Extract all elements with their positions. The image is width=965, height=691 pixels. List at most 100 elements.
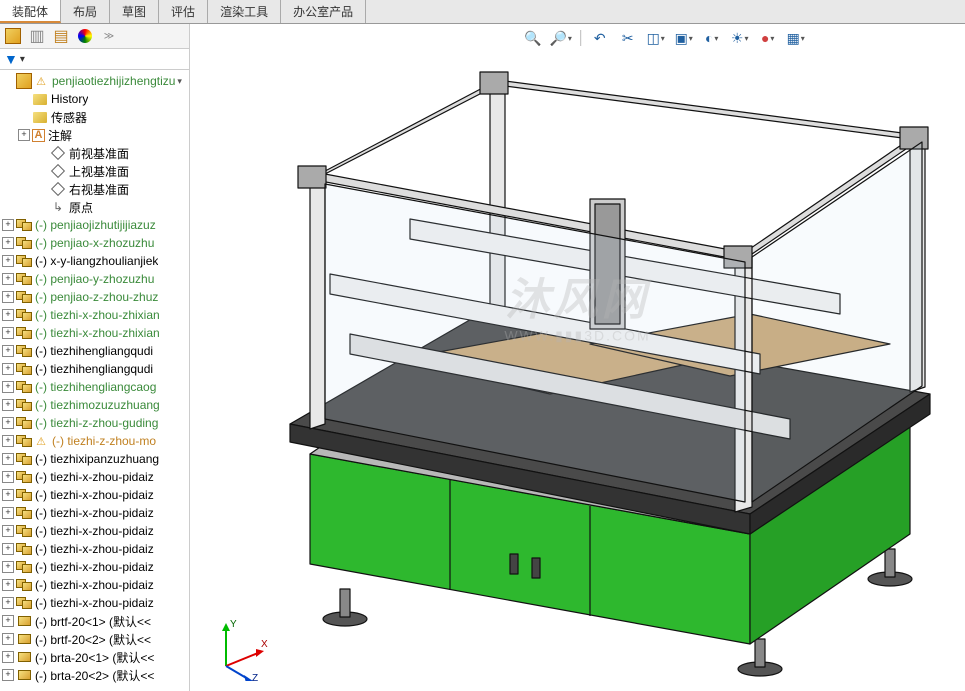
subassembly-icon [16,435,32,447]
subassembly-icon [16,471,32,483]
expander-icon[interactable]: + [2,669,14,681]
expander-icon[interactable]: + [2,219,14,231]
tree-item[interactable]: + (-) penjiaojizhutijijiazuz [0,216,189,234]
subassembly-icon [16,219,32,231]
tree-item[interactable]: +(-) penjiao-x-zhozuzhu [0,234,189,252]
subassembly-icon [16,273,32,285]
expander-icon[interactable]: + [2,237,14,249]
expander-icon[interactable]: + [2,507,14,519]
expander-icon[interactable]: + [2,399,14,411]
annotation-icon: A [32,129,45,142]
tree-item[interactable]: + (-) tiezhi-x-zhou-pidaiz [0,594,189,612]
tree-item[interactable]: 传感器 [0,108,189,126]
tree-label: (-) tiezhihengliangqudi [35,344,153,358]
graphics-viewport[interactable]: 🔍🔎↶✂◫▣◐☀●▦ [190,24,965,691]
tree-item[interactable]: +(-) tiezhihengliangqudi [0,360,189,378]
tree-item[interactable]: +(-) tiezhi-x-zhou-pidaiz [0,468,189,486]
tree-item[interactable]: ↳原点 [0,198,189,216]
expander-icon[interactable]: + [2,615,14,627]
tree-item[interactable]: +(-) tiezhi-x-zhou-pidaiz [0,540,189,558]
tree-item[interactable]: 上视基准面 [0,162,189,180]
expander-icon[interactable]: + [2,435,14,447]
expander-icon[interactable]: + [2,309,14,321]
tree-label: (-) tiezhi-x-zhou-pidaiz [35,596,154,610]
expander-icon[interactable]: + [2,561,14,573]
expander-icon[interactable]: + [2,255,14,267]
tree-label: (-) tiezhi-x-zhou-pidaiz [35,524,154,538]
expander-icon[interactable]: + [2,363,14,375]
svg-text:Y: Y [230,619,237,630]
tree-item[interactable]: + (-) tiezhi-x-zhou-zhixian [0,324,189,342]
tab-1[interactable]: 布局 [61,0,110,23]
expander-icon[interactable]: + [2,597,14,609]
expander-icon[interactable]: + [2,291,14,303]
config-manager-icon[interactable]: ▤ [50,26,72,46]
orientation-triad[interactable]: Y X Z [206,611,276,681]
tree-item[interactable]: +(-) tiezhi-x-zhou-pidaiz [0,486,189,504]
tab-3[interactable]: 评估 [159,0,208,23]
tree-filter[interactable]: ▼ ▾ [0,49,189,70]
subassembly-icon [16,237,32,249]
assembly-icon [16,73,32,89]
tree-item[interactable]: +(-) brtf-20<2> (默认<< [0,630,189,648]
part-icon [18,670,31,680]
tree-item[interactable]: +A注解 [0,126,189,144]
tree-item[interactable]: History [0,90,189,108]
expander-icon[interactable]: + [2,633,14,645]
tree-item[interactable]: 前视基准面 [0,144,189,162]
part-icon [18,616,31,626]
tree-item[interactable]: + (-) penjiao-y-zhozuzhu [0,270,189,288]
tree-label: (-) tiezhi-z-zhou-guding [35,416,158,430]
tree-item[interactable]: + (-) x-y-liangzhoulianjiek [0,252,189,270]
tree-item[interactable]: 右视基准面 [0,180,189,198]
tree-root[interactable]: ⚠penjiaotiezhijizhengtizu▾ [0,72,189,90]
tree-item[interactable]: + (-) tiezhi-z-zhou-guding [0,414,189,432]
expander-icon[interactable]: + [2,471,14,483]
tree-item[interactable]: +⚠(-) tiezhi-z-zhou-mo [0,432,189,450]
warning-icon: ⚠ [33,433,49,449]
expander-icon[interactable]: + [2,273,14,285]
model-canvas[interactable] [190,24,965,691]
tree-item[interactable]: +(-) tiezhixipanzuzhuang [0,450,189,468]
tree-item[interactable]: +(-) tiezhi-x-zhou-zhixian [0,306,189,324]
expander-icon[interactable]: + [2,579,14,591]
tree-item[interactable]: + (-) tiezhi-x-zhou-pidaiz [0,522,189,540]
tree-root-label: penjiaotiezhijizhengtizu [52,74,175,88]
expander-icon[interactable]: + [2,525,14,537]
tree-item[interactable]: +(-) brtf-20<1> (默认<< [0,612,189,630]
tree-item[interactable]: +(-) tiezhi-x-zhou-pidaiz [0,576,189,594]
tree-label: (-) tiezhi-x-zhou-pidaiz [35,506,154,520]
tree-item[interactable]: +(-) brta-20<2> (默认<< [0,666,189,684]
tree-item[interactable]: +(-) brta-20<1> (默认<< [0,648,189,666]
tree-label: (-) penjiao-y-zhozuzhu [35,272,154,286]
svg-text:Z: Z [252,673,258,681]
property-manager-icon[interactable]: ▥ [26,26,48,46]
expander-icon[interactable]: + [2,543,14,555]
tree-item[interactable]: + (-) tiezhihengliangqudi [0,342,189,360]
expander-icon[interactable]: + [2,489,14,501]
assembly-tree-icon[interactable] [2,26,24,46]
tree-item[interactable]: + (-) tiezhi-x-zhou-pidaiz [0,504,189,522]
tab-5[interactable]: 办公室产品 [281,0,366,23]
tree-label: (-) x-y-liangzhoulianjiek [35,254,158,268]
tree-label: (-) tiezhi-x-zhou-zhixian [35,326,160,340]
expander-icon[interactable]: + [2,345,14,357]
expander-icon[interactable]: + [2,417,14,429]
expander-icon[interactable]: + [18,129,30,141]
expander-icon[interactable]: + [2,453,14,465]
subassembly-icon [16,453,32,465]
tab-4[interactable]: 渲染工具 [208,0,281,23]
display-manager-icon[interactable] [74,26,96,46]
tab-2[interactable]: 草图 [110,0,159,23]
expander-icon[interactable]: + [2,651,14,663]
tree-item[interactable]: +(-) penjiao-z-zhou-zhuz [0,288,189,306]
sidebar-overflow-icon[interactable]: ≫ [98,26,120,46]
tree-item[interactable]: +(-) tiezhimozuzuzhuang [0,396,189,414]
tree-item[interactable]: +(-) tiezhi-x-zhou-pidaiz [0,558,189,576]
tree-label: (-) tiezhihengliangcaog [35,380,156,394]
tab-0[interactable]: 装配体 [0,0,61,23]
expander-icon[interactable]: + [2,327,14,339]
tree-item[interactable]: + (-) tiezhihengliangcaog [0,378,189,396]
tree-label: (-) penjiaojizhutijijiazuz [35,218,156,232]
expander-icon[interactable]: + [2,381,14,393]
